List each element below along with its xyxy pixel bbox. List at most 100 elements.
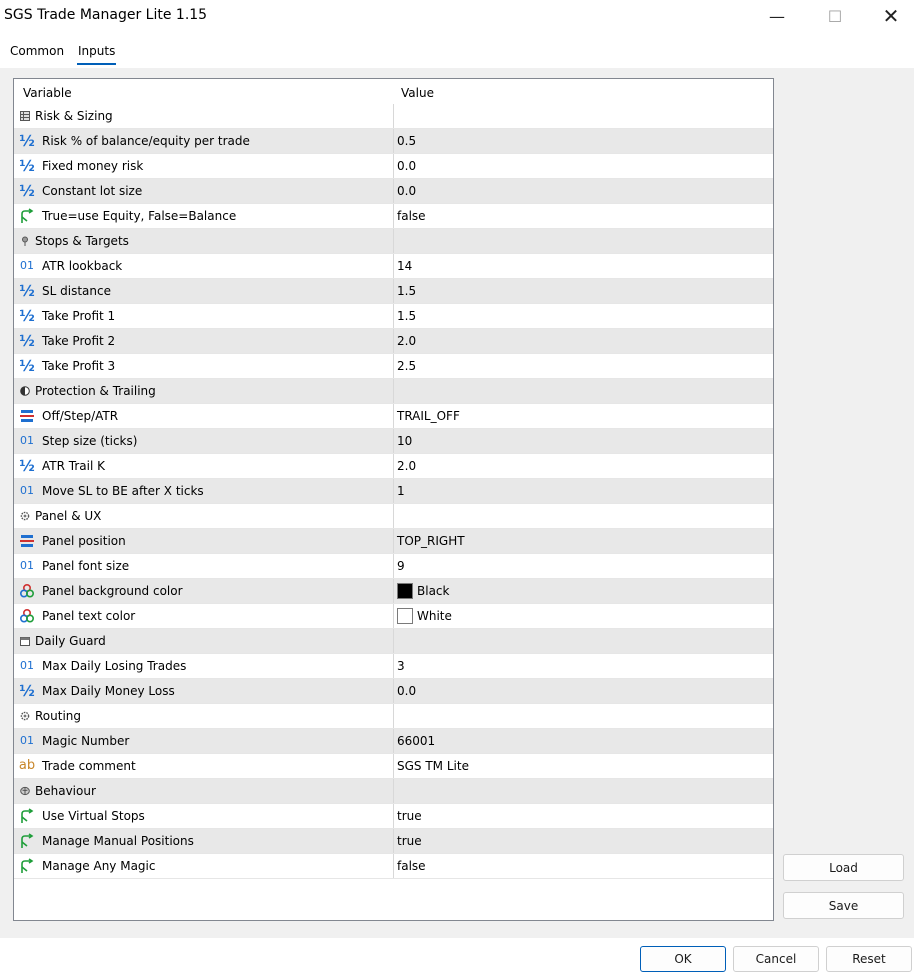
group-row[interactable]: Risk & Sizing — [14, 104, 773, 129]
variable-cell: ab Trade comment — [14, 754, 394, 778]
half-icon: ½ — [19, 457, 35, 475]
minimize-button[interactable]: — — [754, 0, 800, 32]
grid-icon — [19, 110, 31, 122]
value-cell[interactable]: 3 — [397, 659, 405, 673]
input-row[interactable]: Manage Manual Positions true — [14, 829, 773, 854]
variable-name: Take Profit 2 — [42, 334, 116, 348]
variable-name: Constant lot size — [42, 184, 143, 198]
variable-cell: ½ Take Profit 1 — [14, 304, 394, 328]
value-cell[interactable]: 1 — [397, 484, 405, 498]
value-cell[interactable]: 9 — [397, 559, 405, 573]
variable-cell: Routing — [14, 704, 394, 728]
input-row[interactable]: Panel position TOP_RIGHT — [14, 529, 773, 554]
input-row[interactable]: ½ Max Daily Money Loss 0.0 — [14, 679, 773, 704]
variable-name: Panel font size — [42, 559, 130, 573]
half-icon: ½ — [19, 132, 35, 150]
value-cell[interactable]: 0.0 — [397, 159, 416, 173]
value-cell[interactable]: 0.0 — [397, 684, 416, 698]
enum-icon — [19, 533, 35, 549]
group-row[interactable]: Behaviour — [14, 779, 773, 804]
variable-cell: Risk & Sizing — [14, 104, 394, 128]
column-header-variable[interactable]: Variable — [23, 86, 72, 100]
int-icon: 01 — [20, 659, 34, 672]
input-row[interactable]: Panel text color White — [14, 604, 773, 629]
value-cell[interactable]: true — [397, 834, 422, 848]
group-row[interactable]: Stops & Targets — [14, 229, 773, 254]
input-row[interactable]: Manage Any Magic false — [14, 854, 773, 879]
load-button[interactable]: Load — [783, 854, 904, 881]
input-row[interactable]: ab Trade comment SGS TM Lite — [14, 754, 773, 779]
variable-name: Max Daily Money Loss — [42, 684, 175, 698]
value-cell[interactable]: 1.5 — [397, 309, 416, 323]
input-row[interactable]: 01 ATR lookback 14 — [14, 254, 773, 279]
variable-cell: Daily Guard — [14, 629, 394, 653]
input-row[interactable]: 01 Panel font size 9 — [14, 554, 773, 579]
save-button[interactable]: Save — [783, 892, 904, 919]
group-row[interactable]: Protection & Trailing — [14, 379, 773, 404]
input-row[interactable]: ½ Take Profit 1 1.5 — [14, 304, 773, 329]
group-row[interactable]: Panel & UX — [14, 504, 773, 529]
bool-icon — [19, 808, 35, 824]
value-cell[interactable]: Black — [417, 584, 449, 598]
reset-button[interactable]: Reset — [826, 946, 912, 972]
brain-icon — [19, 785, 31, 797]
input-row[interactable]: ½ Take Profit 3 2.5 — [14, 354, 773, 379]
input-row[interactable]: Off/Step/ATR TRAIL_OFF — [14, 404, 773, 429]
value-cell[interactable]: 0.5 — [397, 134, 416, 148]
column-header-value[interactable]: Value — [401, 86, 434, 100]
input-row[interactable]: ½ Risk % of balance/equity per trade 0.5 — [14, 129, 773, 154]
value-cell[interactable]: TRAIL_OFF — [397, 409, 460, 423]
value-cell[interactable]: 0.0 — [397, 184, 416, 198]
input-row[interactable]: Panel background color Black — [14, 579, 773, 604]
value-cell[interactable]: 14 — [397, 259, 412, 273]
value-cell[interactable]: 10 — [397, 434, 412, 448]
group-row[interactable]: Daily Guard — [14, 629, 773, 654]
tab-inputs[interactable]: Inputs — [77, 44, 117, 65]
input-row[interactable]: ½ Constant lot size 0.0 — [14, 179, 773, 204]
input-row[interactable]: 01 Magic Number 66001 — [14, 729, 773, 754]
tab-common[interactable]: Common — [10, 44, 64, 63]
variable-cell: Panel background color — [14, 579, 394, 603]
value-cell[interactable]: false — [397, 209, 426, 223]
variable-cell: ½ Take Profit 2 — [14, 329, 394, 353]
variable-name: Trade comment — [42, 759, 136, 773]
input-row[interactable]: True=use Equity, False=Balance false — [14, 204, 773, 229]
input-row[interactable]: 01 Move SL to BE after X ticks 1 — [14, 479, 773, 504]
value-cell[interactable]: TOP_RIGHT — [397, 534, 465, 548]
variable-name: Use Virtual Stops — [42, 809, 145, 823]
grid-header: Variable Value — [14, 79, 773, 104]
color-swatch[interactable] — [397, 583, 413, 599]
input-row[interactable]: ½ Fixed money risk 0.0 — [14, 154, 773, 179]
variable-name: Daily Guard — [35, 634, 106, 648]
half-icon: ½ — [19, 307, 35, 325]
value-cell[interactable]: 66001 — [397, 734, 435, 748]
value-cell[interactable]: SGS TM Lite — [397, 759, 469, 773]
input-row[interactable]: ½ SL distance 1.5 — [14, 279, 773, 304]
value-cell[interactable]: 2.0 — [397, 459, 416, 473]
half-icon: ½ — [19, 182, 35, 200]
ok-button[interactable]: OK — [640, 946, 726, 972]
cancel-button[interactable]: Cancel — [733, 946, 819, 972]
variable-name: Stops & Targets — [35, 234, 129, 248]
variable-cell: Use Virtual Stops — [14, 804, 394, 828]
value-cell[interactable]: White — [417, 609, 452, 623]
value-cell[interactable]: 2.0 — [397, 334, 416, 348]
gear-icon — [19, 510, 31, 522]
half-icon: ½ — [19, 357, 35, 375]
color-swatch[interactable] — [397, 608, 413, 624]
input-row[interactable]: ½ Take Profit 2 2.0 — [14, 329, 773, 354]
bool-icon — [19, 858, 35, 874]
input-row[interactable]: 01 Max Daily Losing Trades 3 — [14, 654, 773, 679]
value-cell[interactable]: 1.5 — [397, 284, 416, 298]
variable-cell: ½ SL distance — [14, 279, 394, 303]
input-row[interactable]: ½ ATR Trail K 2.0 — [14, 454, 773, 479]
maximize-button[interactable]: ☐ — [812, 0, 858, 32]
close-button[interactable]: ✕ — [868, 0, 914, 32]
value-cell[interactable]: true — [397, 809, 422, 823]
value-cell[interactable]: false — [397, 859, 426, 873]
input-row[interactable]: 01 Step size (ticks) 10 — [14, 429, 773, 454]
variable-cell: Panel text color — [14, 604, 394, 628]
value-cell[interactable]: 2.5 — [397, 359, 416, 373]
group-row[interactable]: Routing — [14, 704, 773, 729]
input-row[interactable]: Use Virtual Stops true — [14, 804, 773, 829]
